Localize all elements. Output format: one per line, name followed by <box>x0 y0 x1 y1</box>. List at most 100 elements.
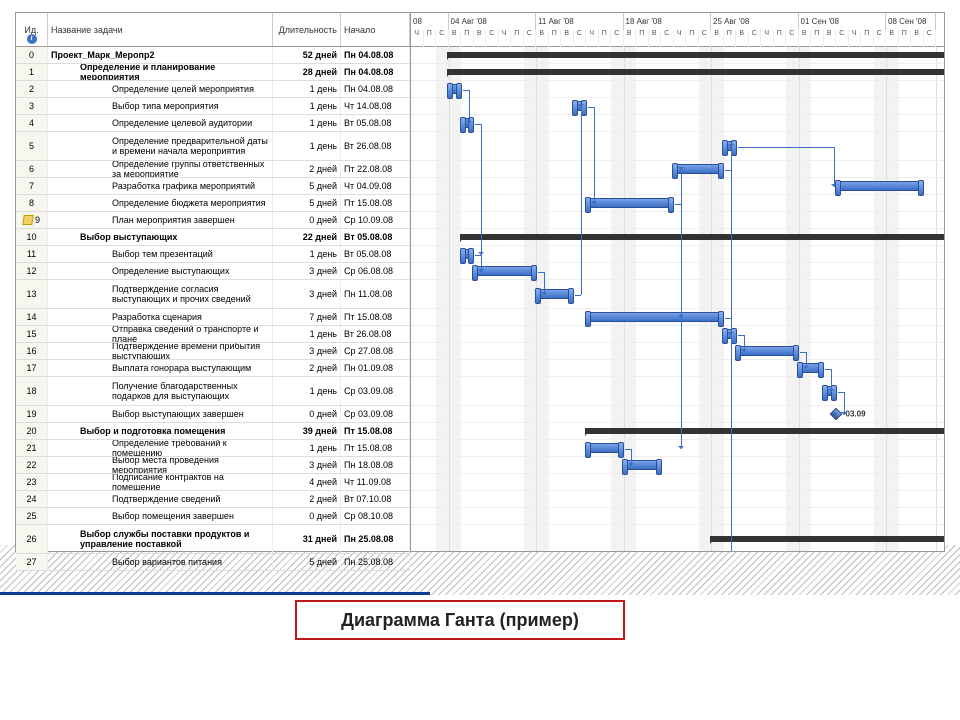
cell-start: Пт 15.08.08 <box>341 195 410 211</box>
table-row[interactable]: 7Разработка графика мероприятий5 днейЧт … <box>16 178 410 195</box>
cell-start: Ср 03.09.08 <box>341 377 410 405</box>
table-row[interactable]: 14Разработка сценария7 днейПт 15.08.08 <box>16 309 410 326</box>
cell-name: Выбор тем презентаций <box>48 246 273 262</box>
summary-bar[interactable] <box>711 536 945 542</box>
summary-bar[interactable] <box>448 52 944 58</box>
cell-name: Определение целевой аудитории <box>48 115 273 131</box>
table-row[interactable]: 13Подтверждение согласия выступающих и п… <box>16 280 410 309</box>
cell-id: 4 <box>16 115 48 131</box>
table-row[interactable]: 20Выбор и подготовка помещения39 днейПт … <box>16 423 410 440</box>
table-row[interactable]: 17Выплата гонорара выступающим2 днейПн 0… <box>16 360 410 377</box>
cell-start: Ср 10.09.08 <box>341 212 410 228</box>
cell-start: Пн 04.08.08 <box>341 81 410 97</box>
table-row[interactable]: 18Получение благодарственных подарков дл… <box>16 377 410 406</box>
cell-duration: 1 день <box>273 132 341 160</box>
table-row[interactable]: 19Выбор выступающих завершен0 днейСр 03.… <box>16 406 410 423</box>
cell-name: Выбор выступающих <box>48 229 273 245</box>
table-row[interactable]: 9План мероприятия завершен0 днейСр 10.09… <box>16 212 410 229</box>
cell-duration: 5 дней <box>273 195 341 211</box>
day-header: В <box>711 30 724 47</box>
task-table: Ид. i Название задачи Длительность Начал… <box>16 13 411 551</box>
header-id-text: Ид. <box>24 25 38 35</box>
week-header: 18 Авг '08 <box>624 13 712 30</box>
cell-id: 0 <box>16 47 48 63</box>
day-header: П <box>549 30 562 47</box>
day-header: В <box>449 30 462 47</box>
task-bar[interactable] <box>586 312 724 322</box>
chart-area[interactable]: 10.0903.09 <box>411 47 944 551</box>
gantt-chart[interactable]: 0804 Авг '0811 Авг '0818 Авг '0825 Авг '… <box>411 13 944 551</box>
cell-start: Чт 04.09.08 <box>341 178 410 194</box>
header-duration[interactable]: Длительность <box>273 13 341 46</box>
day-header: Ч <box>411 30 424 47</box>
table-row[interactable]: 6Определение группы ответственных за мер… <box>16 161 410 178</box>
cell-name: Определение бюджета мероприятия <box>48 195 273 211</box>
cell-start: Ср 06.08.08 <box>341 263 410 279</box>
cell-id: 25 <box>16 508 48 524</box>
cell-start: Чт 14.08.08 <box>341 98 410 114</box>
cell-duration: 3 дней <box>273 280 341 308</box>
day-header: Ч <box>499 30 512 47</box>
summary-bar[interactable] <box>461 234 945 240</box>
chart-row <box>411 508 944 525</box>
chart-row <box>411 263 944 280</box>
task-bar[interactable] <box>798 363 823 373</box>
header-start[interactable]: Начало <box>341 13 410 46</box>
chart-row <box>411 47 944 64</box>
day-header: Ч <box>674 30 687 47</box>
table-row[interactable]: 21Определение требований к помещению1 де… <box>16 440 410 457</box>
table-row[interactable]: 24Подтверждение сведений2 днейВт 07.10.0… <box>16 491 410 508</box>
table-row[interactable]: 16Подтверждение времени прибытия выступа… <box>16 343 410 360</box>
table-row[interactable]: 11Выбор тем презентаций1 деньВт 05.08.08 <box>16 246 410 263</box>
table-row[interactable]: 8Определение бюджета мероприятия5 днейПт… <box>16 195 410 212</box>
cell-start: Вт 26.08.08 <box>341 326 410 342</box>
cell-start: Пн 11.08.08 <box>341 280 410 308</box>
summary-bar[interactable] <box>586 428 945 434</box>
chart-row <box>411 195 944 212</box>
table-row[interactable]: 12Определение выступающих3 днейСр 06.08.… <box>16 263 410 280</box>
day-header: С <box>661 30 674 47</box>
task-bar[interactable] <box>461 249 474 259</box>
task-bar[interactable] <box>836 181 924 191</box>
header-id[interactable]: Ид. i <box>16 13 48 46</box>
caption-box: Диаграмма Ганта (пример) <box>295 600 625 640</box>
chart-row <box>411 64 944 81</box>
task-bar[interactable] <box>586 198 674 208</box>
table-row[interactable]: 27Выбор вариантов питания5 днейПн 25.08.… <box>16 554 410 571</box>
cell-start: Чт 11.09.08 <box>341 474 410 490</box>
table-row[interactable]: 23Подписание контрактов на помещение4 дн… <box>16 474 410 491</box>
cell-id: 3 <box>16 98 48 114</box>
table-row[interactable]: 10Выбор выступающих22 днейВт 05.08.08 <box>16 229 410 246</box>
table-row[interactable]: 2Определение целей мероприятия1 деньПн 0… <box>16 81 410 98</box>
table-row[interactable]: 3Выбор типа мероприятия1 деньЧт 14.08.08 <box>16 98 410 115</box>
table-row[interactable]: 22Выбор места проведения мероприятия3 дн… <box>16 457 410 474</box>
cell-name: Выбор выступающих завершен <box>48 406 273 422</box>
header-name[interactable]: Название задачи <box>48 13 273 46</box>
cell-start: Пн 04.08.08 <box>341 47 410 63</box>
table-row[interactable]: 0Проект_Марк_Меропр252 днейПн 04.08.08 <box>16 47 410 64</box>
table-row[interactable]: 25Выбор помещения завершен0 днейСр 08.10… <box>16 508 410 525</box>
table-row[interactable]: 5Определение предварительной даты и врем… <box>16 132 410 161</box>
summary-bar[interactable] <box>448 69 944 75</box>
cell-name: Получение благодарственных подарков для … <box>48 377 273 405</box>
decorative-accent <box>0 592 430 595</box>
day-header: П <box>511 30 524 47</box>
cell-id: 21 <box>16 440 48 456</box>
cell-start: Ср 08.10.08 <box>341 508 410 524</box>
day-header: П <box>636 30 649 47</box>
table-row[interactable]: 4Определение целевой аудитории1 деньВт 0… <box>16 115 410 132</box>
chart-row <box>411 178 944 195</box>
cell-name: Определение требований к помещению <box>48 440 273 456</box>
week-header: 04 Авг '08 <box>449 13 537 30</box>
cell-duration: 5 дней <box>273 554 341 570</box>
task-bar[interactable] <box>448 84 461 94</box>
table-row[interactable]: 15Отправка сведений о транспорте и плане… <box>16 326 410 343</box>
cell-duration: 3 дней <box>273 457 341 473</box>
info-icon[interactable]: i <box>27 34 37 44</box>
task-bar[interactable] <box>586 443 624 453</box>
cell-id: 19 <box>16 406 48 422</box>
table-row[interactable]: 1Определение и планирование мероприятия2… <box>16 64 410 81</box>
table-row[interactable]: 26Выбор службы поставки продуктов и упра… <box>16 525 410 554</box>
day-header: П <box>424 30 437 47</box>
day-header: П <box>811 30 824 47</box>
